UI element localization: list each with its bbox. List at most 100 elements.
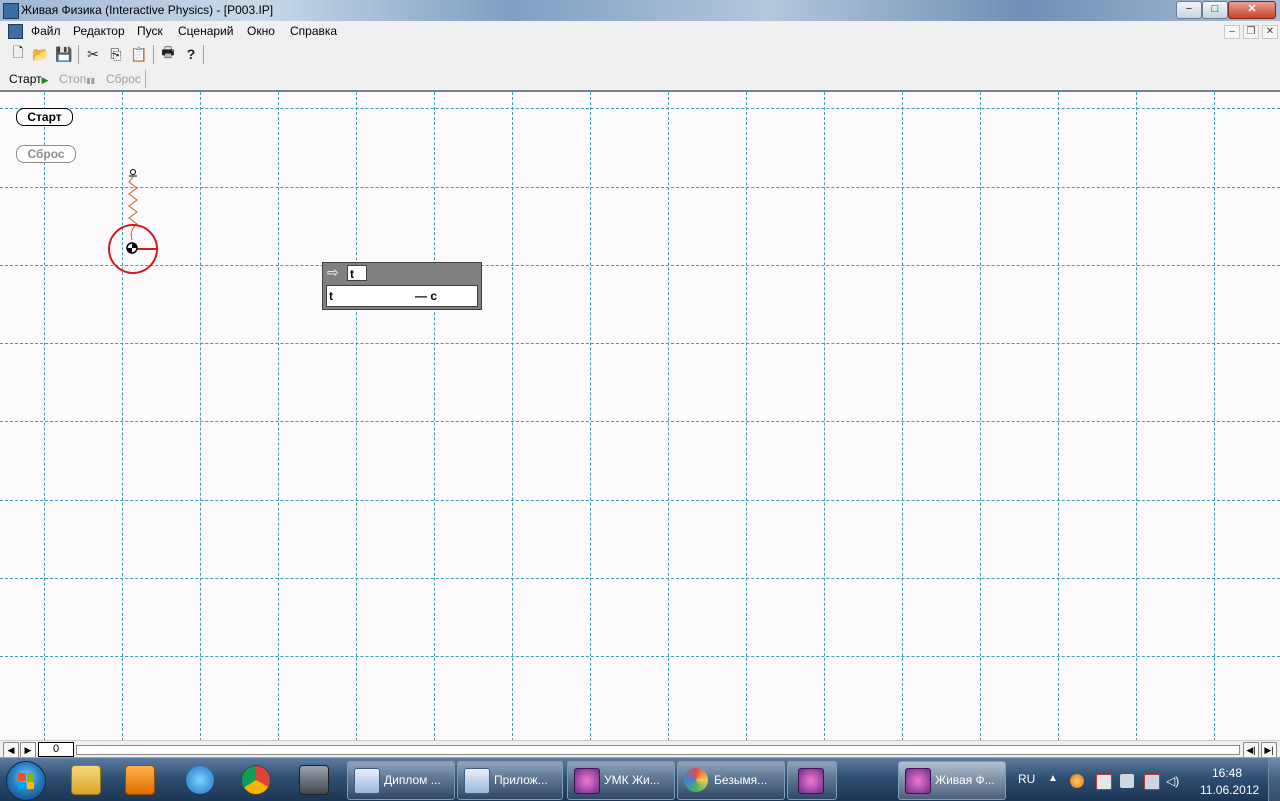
language-indicator[interactable]: RU <box>1018 772 1035 786</box>
save-icon[interactable]: 💾 <box>55 45 73 63</box>
word-doc-icon <box>354 768 380 794</box>
menu-script[interactable]: Сценарий <box>178 24 233 38</box>
menu-bar: Файл Редактор Пуск Сценарий Окно Справка… <box>0 21 1280 43</box>
run-stop-label: Стоп <box>59 72 87 86</box>
app-icon[interactable] <box>3 3 19 19</box>
grid-line-vertical <box>668 92 669 741</box>
chrome-pin[interactable] <box>236 762 276 798</box>
windows-logo-icon <box>18 773 34 789</box>
spring[interactable] <box>128 176 138 241</box>
menu-window[interactable]: Окно <box>247 24 275 38</box>
task-label: Безымя... <box>714 773 768 787</box>
window-title: Живая Физика (Interactive Physics) - [P0… <box>21 3 274 17</box>
minimize-button[interactable]: − <box>1176 1 1202 19</box>
tray-app-icon[interactable] <box>1070 774 1084 788</box>
physics-app-icon <box>905 768 931 794</box>
task-paint-untitled[interactable]: Безымя... <box>677 761 785 800</box>
run-reset-button[interactable]: Сброс <box>106 72 141 86</box>
anchor-point[interactable] <box>129 169 137 177</box>
grid-line-horizontal <box>0 187 1280 188</box>
run-control-bar: Старт▶ Стоп▮▮ Сброс <box>0 68 1280 91</box>
run-start-button[interactable]: Старт▶ <box>9 72 49 86</box>
frame-end-left-button[interactable]: ◀| <box>1243 742 1259 758</box>
frame-back-button[interactable]: ◀ <box>3 742 19 758</box>
help-icon[interactable]: ? <box>182 45 200 63</box>
meter-row-value: — c <box>415 289 438 303</box>
simulation-workspace[interactable]: Старт Сброс ⇨ t t — c <box>0 91 1280 741</box>
close-button[interactable]: ✕ <box>1228 1 1276 19</box>
grid-line-vertical <box>1058 92 1059 741</box>
menu-editor[interactable]: Редактор <box>73 24 125 38</box>
task-physics-window[interactable] <box>787 761 837 800</box>
folder-icon <box>71 765 101 795</box>
menu-help[interactable]: Справка <box>290 24 337 38</box>
workspace-start-button[interactable]: Старт <box>16 108 73 126</box>
clock-date[interactable]: 11.06.2012 <box>1200 783 1259 797</box>
meter-arrow-icon[interactable]: ⇨ <box>327 265 345 279</box>
paste-icon[interactable]: 📋 <box>130 45 148 63</box>
show-desktop-button[interactable] <box>1268 758 1280 801</box>
maximize-button[interactable]: □ <box>1202 1 1228 19</box>
frame-forward-button[interactable]: ▶ <box>20 742 36 758</box>
volume-icon[interactable]: ◁) <box>1166 774 1180 788</box>
task-label: УМК Жи... <box>604 773 660 787</box>
network-icon[interactable] <box>1144 774 1160 790</box>
start-button[interactable] <box>6 761 46 801</box>
grid-line-vertical <box>902 92 903 741</box>
task-live-physics-active[interactable]: Живая Ф... <box>898 761 1006 800</box>
new-file-icon[interactable]: 🗋 <box>9 44 27 63</box>
media-player-icon <box>125 765 155 795</box>
grid-line-vertical <box>1214 92 1215 741</box>
chrome-icon <box>241 765 271 795</box>
task-word-appendix[interactable]: Прилож... <box>457 761 563 800</box>
task-label: Прилож... <box>494 773 548 787</box>
grid-line-horizontal <box>0 265 1280 266</box>
app-pin[interactable] <box>294 762 334 798</box>
word-doc-icon <box>464 768 490 794</box>
document-icon[interactable] <box>8 24 23 39</box>
application-icon <box>299 765 329 795</box>
task-umk[interactable]: УМК Жи... <box>567 761 675 800</box>
meter-row-label: t <box>329 289 333 303</box>
action-center-icon[interactable] <box>1096 774 1112 790</box>
cut-icon[interactable]: ✂ <box>84 45 102 63</box>
media-player-pin[interactable] <box>120 762 160 798</box>
mdi-minimize-button[interactable]: – <box>1224 25 1240 39</box>
physics-app-icon <box>574 768 600 794</box>
frame-end-right-button[interactable]: ▶| <box>1261 742 1277 758</box>
internet-explorer-pin[interactable] <box>180 762 220 798</box>
clock-time[interactable]: 16:48 <box>1212 766 1242 780</box>
task-label: Диплом ... <box>384 773 441 787</box>
open-folder-icon[interactable]: 📂 <box>32 45 50 63</box>
device-icon[interactable] <box>1120 774 1134 788</box>
grid-line-vertical <box>512 92 513 741</box>
mdi-restore-button[interactable]: ❐ <box>1243 25 1259 39</box>
time-meter[interactable]: ⇨ t t — c <box>322 262 482 310</box>
frame-slider-track[interactable] <box>76 745 1240 755</box>
frame-control-bar: ◀ ▶ 0 ◀| ▶| <box>0 740 1280 758</box>
frame-counter[interactable]: 0 <box>38 742 74 757</box>
grid-line-horizontal <box>0 500 1280 501</box>
run-start-label: Старт <box>9 72 42 86</box>
grid-line-horizontal <box>0 578 1280 579</box>
run-stop-button[interactable]: Стоп▮▮ <box>59 72 95 86</box>
pause-icon: ▮▮ <box>86 76 96 85</box>
print-icon[interactable]: 🖶 <box>159 44 177 63</box>
menu-run[interactable]: Пуск <box>137 24 163 38</box>
title-bar[interactable]: Живая Физика (Interactive Physics) - [P0… <box>0 0 1280 22</box>
task-word-diploma[interactable]: Диплом ... <box>347 761 455 800</box>
meter-readout: t — c <box>326 285 478 307</box>
grid-line-vertical <box>200 92 201 741</box>
show-hidden-icons-button[interactable]: ▲ <box>1048 773 1058 784</box>
explorer-pin[interactable] <box>66 762 106 798</box>
physics-app-icon <box>798 768 824 794</box>
runbar-separator <box>145 70 146 88</box>
grid-line-horizontal <box>0 108 1280 109</box>
menu-file[interactable]: Файл <box>31 24 61 38</box>
copy-icon[interactable]: ⎘ <box>107 45 125 63</box>
pendulum-object[interactable] <box>100 164 164 276</box>
internet-explorer-icon <box>186 766 214 794</box>
grid-line-vertical <box>590 92 591 741</box>
workspace-reset-button[interactable]: Сброс <box>16 145 76 163</box>
mdi-close-button[interactable]: ✕ <box>1262 25 1278 39</box>
